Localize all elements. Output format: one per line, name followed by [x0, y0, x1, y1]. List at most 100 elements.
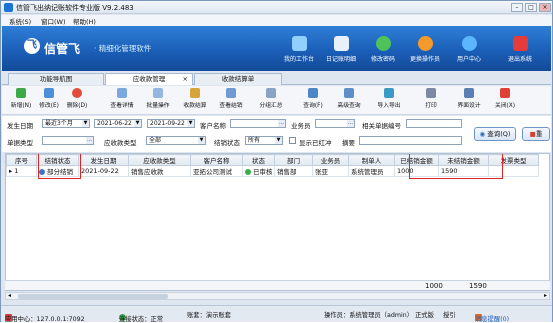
- date-from-field[interactable]: 2021-06-22 ▼: [94, 119, 142, 128]
- monitor-icon: [291, 36, 307, 51]
- chevron-down-icon-2: ▼: [198, 137, 205, 144]
- menu-help[interactable]: 帮助(H): [73, 16, 96, 26]
- edit-button[interactable]: 修改(E): [34, 88, 64, 109]
- tab-navigation-map[interactable]: 功能导航图: [8, 73, 104, 85]
- customer-label: 客户名称: [200, 122, 226, 130]
- window-title: 信管飞出纳记账软件专业版 V9.2.483: [16, 4, 134, 12]
- new-label: 新增(N): [10, 103, 32, 109]
- brand-slogan: · 精细化管理软件: [94, 44, 152, 53]
- advanced-query-button[interactable]: 高级查询: [334, 88, 364, 109]
- journal-detail-label: 日记账明细: [325, 56, 356, 63]
- tab-receivables[interactable]: 应收款管理 ×: [105, 73, 193, 85]
- ui-design-button[interactable]: 界面设计: [454, 88, 484, 109]
- switch-operator-button[interactable]: 更换操作员: [404, 36, 446, 63]
- close-tab-button[interactable]: 关闭(X): [490, 88, 520, 109]
- app-icon: [4, 3, 13, 12]
- batch-button[interactable]: 批量操作: [143, 88, 173, 109]
- reset-button[interactable]: ■重: [522, 127, 550, 141]
- col-status[interactable]: 状态: [242, 154, 275, 166]
- show-red-checkbox[interactable]: [289, 137, 296, 144]
- ellipsis-icon-3[interactable]: …: [86, 137, 93, 144]
- change-password-button[interactable]: 修改密码: [362, 36, 404, 63]
- exit-system-button[interactable]: 退出系统: [499, 36, 541, 63]
- settle-icon: [190, 88, 200, 98]
- tab-close-icon[interactable]: ×: [183, 74, 188, 85]
- cell-customer: 亚拓公司测试: [190, 165, 243, 177]
- view-settle-button[interactable]: 查看结销: [216, 88, 246, 109]
- col-sales[interactable]: 业务员: [312, 154, 349, 166]
- scroll-thumb[interactable]: [18, 294, 168, 299]
- workbench-button[interactable]: 我的工作台: [278, 36, 320, 63]
- customer-input[interactable]: …: [230, 119, 286, 128]
- doc-type-input[interactable]: …: [42, 136, 94, 145]
- import-export-icon: [384, 88, 394, 98]
- group-summary-button[interactable]: 分组汇总: [256, 88, 286, 109]
- receipt-settle-button[interactable]: 收款结算: [180, 88, 210, 109]
- key-icon: [375, 36, 391, 51]
- approved-icon: [245, 169, 251, 175]
- header-banner: 飞 信管飞 · 精细化管理软件 我的工作台 日记账明细 修改密码 更换操作员 用…: [2, 26, 551, 71]
- delete-button[interactable]: 删除(D): [62, 88, 92, 109]
- tab-receipt-settlement[interactable]: 收款结算单: [194, 73, 282, 85]
- col-date[interactable]: 发生日期: [78, 154, 129, 166]
- print-button[interactable]: 打印: [416, 88, 446, 109]
- receivable-type-value: 全部: [149, 137, 162, 144]
- change-password-label: 修改密码: [370, 56, 395, 63]
- import-export-button[interactable]: 导入导出: [374, 88, 404, 109]
- cell-date: 2021-09-22: [78, 165, 129, 177]
- totals-bar: 1000 1590: [5, 280, 550, 290]
- settle-status-select[interactable]: 所有 ▼: [245, 136, 283, 145]
- user-icon: [461, 36, 477, 51]
- journal-detail-button[interactable]: 日记账明细: [320, 36, 362, 63]
- group-icon: [266, 88, 276, 98]
- receivable-type-select[interactable]: 全部 ▼: [146, 136, 206, 145]
- logo-mark: 飞: [24, 38, 40, 54]
- date-to-value: 2021-09-22: [150, 120, 185, 127]
- menu-window[interactable]: 窗口(W): [41, 16, 66, 26]
- app-window: 信管飞出纳记账软件专业版 V9.2.483 – □ × 系统(S) 窗口(W) …: [0, 0, 553, 323]
- ellipsis-icon[interactable]: …: [278, 120, 285, 127]
- highlight-settle-status: [38, 154, 81, 179]
- view-settle-label: 查看结销: [219, 103, 243, 109]
- col-index[interactable]: 序号: [6, 154, 37, 166]
- related-doc-input[interactable]: [406, 119, 462, 128]
- show-red-label: 显示已红冲: [299, 139, 332, 147]
- scroll-left-icon[interactable]: ◂: [8, 292, 11, 299]
- date-range-select[interactable]: 最近3个月 ▼: [42, 119, 90, 128]
- calendar-dropdown-icon-2: ▼: [187, 120, 194, 127]
- advanced-query-label: 高级查询: [337, 103, 361, 109]
- close-window-button[interactable]: ×: [539, 3, 551, 12]
- reset-button-label: 重: [535, 130, 543, 138]
- sales-input[interactable]: …: [315, 119, 355, 128]
- query-tool-label: 查询(F): [303, 103, 323, 109]
- tab-navigation-map-label: 功能导航图: [39, 75, 73, 83]
- horizontal-scrollbar[interactable]: ◂ ▸: [5, 292, 550, 300]
- query-button[interactable]: ◉ 查询(Q): [474, 127, 516, 141]
- ellipsis-icon-2[interactable]: …: [347, 120, 354, 127]
- new-button[interactable]: 新增(N): [6, 88, 36, 109]
- col-maker[interactable]: 制单人: [348, 154, 395, 166]
- cell-index: 1: [14, 167, 19, 175]
- view-detail-label: 查看详情: [110, 103, 134, 109]
- view-detail-button[interactable]: 查看详情: [107, 88, 137, 109]
- user-center-button[interactable]: 用户中心: [448, 36, 490, 63]
- col-customer[interactable]: 客户名称: [190, 154, 243, 166]
- row-pointer-cell: ▸ 1: [6, 165, 37, 177]
- maximize-button[interactable]: □: [525, 3, 537, 12]
- query-tool-button[interactable]: 查询(F): [298, 88, 328, 109]
- date-to-field[interactable]: 2021-09-22 ▼: [147, 119, 195, 128]
- scroll-right-icon[interactable]: ▸: [544, 292, 547, 299]
- menu-system[interactable]: 系统(S): [9, 16, 31, 26]
- calendar-dropdown-icon: ▼: [134, 120, 141, 127]
- switch-operator-label: 更换操作员: [409, 56, 440, 63]
- summary-input[interactable]: [359, 136, 462, 145]
- sales-label: 业务员: [291, 122, 311, 130]
- register-link[interactable]: 授引: [443, 310, 456, 319]
- view-settle-icon: [226, 88, 236, 98]
- col-dept[interactable]: 部门: [274, 154, 313, 166]
- minimize-button[interactable]: –: [511, 3, 523, 12]
- col-type[interactable]: 应收款类型: [128, 154, 191, 166]
- edition-status: 正式版: [415, 312, 434, 319]
- tab-receipt-settlement-label: 收款结算单: [221, 75, 255, 83]
- power-icon: [512, 36, 528, 51]
